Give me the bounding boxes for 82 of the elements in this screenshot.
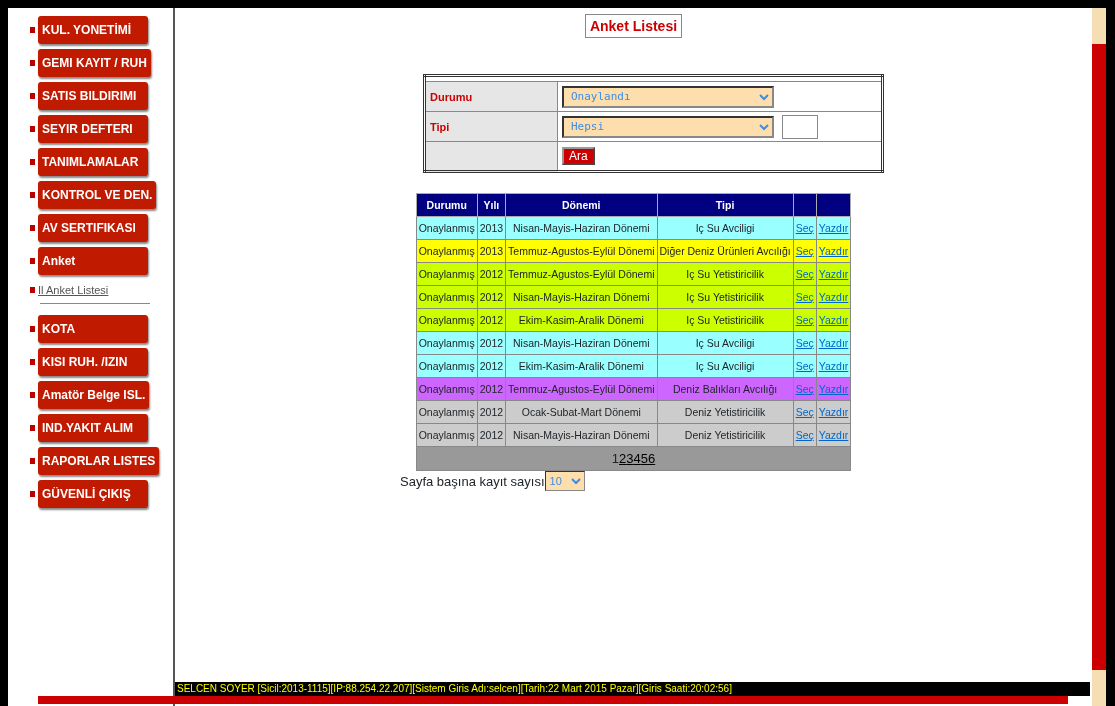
bullet-icon <box>30 392 35 398</box>
table-cell: Onaylanmış <box>416 308 478 332</box>
menu-button[interactable]: SATIS BILDIRIMI <box>38 82 148 110</box>
table-cell: Onaylanmış <box>416 400 478 424</box>
bullet-icon <box>30 60 35 66</box>
table-cell: Iç Su Yetistiricilik <box>657 285 794 309</box>
menu-button[interactable]: KISI RUH. /IZIN <box>38 348 148 376</box>
table-cell: Onaylanmış <box>416 216 478 240</box>
page-link[interactable]: 2 <box>619 451 627 466</box>
bullet-icon <box>30 192 35 198</box>
table-cell: Nisan-Mayis-Haziran Dönemi <box>505 423 658 447</box>
menu-button[interactable]: RAPORLAR LISTES <box>38 447 160 475</box>
table-cell: Temmuz-Agustos-Eylül Dönemi <box>505 262 658 286</box>
status-dropdown[interactable]: Onaylandı <box>562 85 774 108</box>
table-cell: Iç Su Yetistiricilik <box>657 262 794 286</box>
column-header: Dönemi <box>505 193 658 217</box>
page-link[interactable]: 6 <box>647 451 656 466</box>
table-cell: Diğer Deniz Ürünleri Avcılığı <box>657 239 794 263</box>
scrollbar[interactable] <box>38 696 1068 704</box>
table-cell: Nisan-Mayis-Haziran Dönemi <box>505 285 658 309</box>
table-cell: Nisan-Mayis-Haziran Dönemi <box>505 216 658 240</box>
bullet-icon <box>30 326 35 332</box>
table-cell: Onaylanmış <box>416 239 478 263</box>
table-cell: Onaylanmış <box>416 262 478 286</box>
table-cell: Ekim-Kasim-Aralik Dönemi <box>505 308 658 332</box>
bullet-icon <box>30 258 35 264</box>
table-cell: Onaylanmış <box>416 331 478 355</box>
table-cell: Temmuz-Agustos-Eylül Dönemi <box>505 377 658 401</box>
menu-button[interactable]: KONTROL VE DEN. <box>38 181 157 209</box>
page-number: 1 <box>611 451 619 466</box>
field-label: Tipi <box>430 120 450 133</box>
table-cell: Onaylanmış <box>416 377 478 401</box>
search-button[interactable]: Ara <box>562 147 595 165</box>
bullet-icon <box>30 225 35 231</box>
table-cell: Ocak-Subat-Mart Dönemi <box>505 400 658 424</box>
column-header: Tipi <box>657 193 794 217</box>
type-dropdown[interactable]: Hepsi <box>562 115 774 138</box>
bullet-icon <box>30 159 35 165</box>
table-cell: Temmuz-Agustos-Eylül Dönemi <box>505 239 658 263</box>
menu-button[interactable]: KOTA <box>38 315 148 343</box>
page-size-label: Sayfa başına kayıt sayısı <box>400 473 545 489</box>
table-cell: Iç Su Yetistiricilik <box>657 308 794 332</box>
bullet-icon <box>30 27 35 33</box>
page-link[interactable]: 4 <box>633 451 641 466</box>
menu-button[interactable]: Anket <box>38 247 148 275</box>
scrollbar[interactable] <box>1092 8 1106 706</box>
menu-button[interactable]: GÜVENLİ ÇIKIŞ <box>38 480 148 508</box>
page-title: Anket Listesi <box>584 14 683 38</box>
page-link[interactable]: 3 <box>626 451 634 466</box>
table-cell: Deniz Balıkları Avcılığı <box>657 377 794 401</box>
table-cell: Iç Su Avciligi <box>657 216 794 240</box>
table-cell: Iç Su Avciligi <box>657 354 794 378</box>
menu-button[interactable]: SEYIR DEFTERI <box>38 115 148 143</box>
column-header: Durumu <box>416 193 478 217</box>
table-cell: Deniz Yetistiricilik <box>657 423 794 447</box>
submenu-link[interactable]: Il Anket Listesi <box>38 284 109 296</box>
field-label: Durumu <box>430 90 473 103</box>
bullet-icon <box>30 287 35 293</box>
bullet-icon <box>30 491 35 497</box>
table-cell: Onaylanmış <box>416 285 478 309</box>
bullet-icon <box>30 126 35 132</box>
bullet-icon <box>30 458 35 464</box>
menu-button[interactable]: IND.YAKIT ALIM <box>38 414 148 442</box>
page-link[interactable]: 5 <box>640 451 648 466</box>
bullet-icon <box>30 93 35 99</box>
page-size-dropdown[interactable]: 10 <box>544 471 585 491</box>
status-bar: SELCEN SOYER [Sicil:2013-1115][IP:88.254.22.207][Sistem Giris Adı:selcen][Tarih:22 Mart 2015 Pazar][Giris Saati:20:02:56] <box>175 682 1090 696</box>
menu-button[interactable]: TANIMLAMALAR <box>38 148 148 176</box>
table-cell: Nisan-Mayis-Haziran Dönemi <box>505 331 658 355</box>
table-cell: Ekim-Kasim-Aralik Dönemi <box>505 354 658 378</box>
table-cell: Iç Su Avciligi <box>657 331 794 355</box>
table-cell: Deniz Yetistiricilik <box>657 400 794 424</box>
table-cell: Onaylanmış <box>416 423 478 447</box>
menu-button[interactable]: KUL. YONETİMİ <box>38 16 148 44</box>
menu-button[interactable]: Amatör Belge ISL. <box>38 381 150 409</box>
bullet-icon <box>30 359 35 365</box>
table-cell: Onaylanmış <box>416 354 478 378</box>
menu-button[interactable]: GEMI KAYIT / RUH <box>38 49 151 77</box>
menu-button[interactable]: AV SERTIFIKASI <box>38 214 148 242</box>
text-input[interactable] <box>782 114 818 139</box>
column-header: Yılı <box>477 193 506 217</box>
bullet-icon <box>30 425 35 431</box>
